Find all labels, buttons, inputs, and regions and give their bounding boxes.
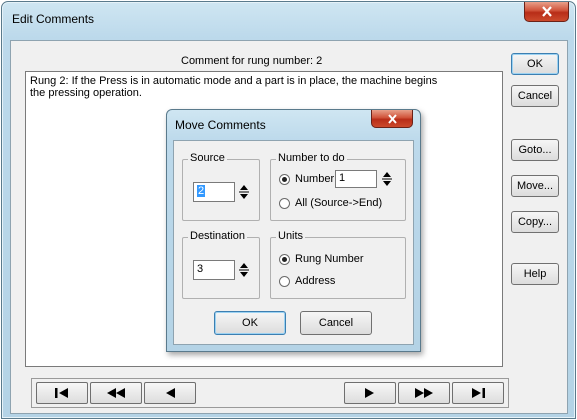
rung-navigation-bar [31, 378, 509, 408]
dialog-client-area: Source 2 Number to do Number 1 All (Sour… [173, 140, 414, 345]
fast-forward-icon [415, 388, 433, 398]
move-button[interactable]: Move... [511, 175, 559, 197]
spin-arrows-icon [239, 185, 249, 199]
source-spinner[interactable] [238, 182, 250, 202]
first-icon [55, 388, 68, 398]
last-icon [472, 388, 485, 398]
spin-arrows-icon [239, 263, 249, 277]
previous-rung-button[interactable] [144, 382, 196, 404]
all-radio[interactable] [279, 197, 290, 209]
rung-number-radio[interactable] [279, 253, 290, 265]
next-icon [365, 388, 374, 398]
number-spinner[interactable] [381, 169, 393, 189]
close-icon [541, 6, 552, 17]
number-radio[interactable] [279, 173, 290, 185]
rung-number-radio-label: Rung Number [295, 253, 364, 265]
source-value: 2 [197, 185, 206, 197]
destination-spinner[interactable] [238, 260, 250, 280]
dialog-cancel-button[interactable]: Cancel [300, 311, 372, 335]
last-rung-button[interactable] [452, 382, 504, 404]
destination-label: Destination [188, 230, 248, 242]
number-to-do-group: Number to do Number 1 All (Source->End) [270, 152, 406, 221]
move-comments-dialog: Move Comments Source 2 Number to do Numb… [166, 109, 421, 352]
dialog-close-button[interactable] [371, 110, 413, 128]
rewind-button[interactable] [90, 382, 142, 404]
number-to-do-label: Number to do [276, 152, 347, 164]
help-button[interactable]: Help [511, 263, 559, 285]
ok-button[interactable]: OK [511, 53, 559, 75]
window-title: Edit Comments [12, 12, 95, 26]
number-value: 1 [339, 172, 346, 184]
goto-button[interactable]: Goto... [511, 139, 559, 161]
dialog-title: Move Comments [175, 118, 266, 132]
source-input[interactable]: 2 [193, 182, 235, 202]
address-radio-option[interactable]: Address [279, 275, 335, 287]
number-input[interactable]: 1 [335, 170, 377, 188]
all-radio-option[interactable]: All (Source->End) [279, 197, 382, 209]
rewind-icon [107, 388, 125, 398]
number-radio-label: Number [295, 173, 335, 185]
fast-forward-button[interactable] [398, 382, 450, 404]
destination-input[interactable]: 3 [193, 260, 235, 280]
copy-button[interactable]: Copy... [511, 211, 559, 233]
address-radio[interactable] [279, 275, 290, 287]
close-icon [387, 113, 397, 124]
close-button[interactable] [524, 2, 569, 22]
first-rung-button[interactable] [36, 382, 88, 404]
units-label: Units [276, 230, 306, 242]
dialog-ok-button[interactable]: OK [214, 311, 286, 335]
units-group: Units Rung Number Address [270, 230, 406, 299]
rung-number-radio-option[interactable]: Rung Number [279, 253, 363, 265]
destination-group: Destination 3 [182, 230, 260, 299]
number-radio-option[interactable]: Number [279, 173, 337, 185]
source-group: Source 2 [182, 152, 260, 221]
rung-number-label: Comment for rung number: 2 [181, 55, 323, 67]
all-radio-label: All (Source->End) [295, 197, 383, 209]
cancel-button[interactable]: Cancel [511, 85, 559, 107]
address-radio-label: Address [295, 275, 336, 287]
spin-arrows-icon [382, 172, 392, 186]
source-label: Source [188, 152, 227, 164]
previous-icon [166, 388, 175, 398]
next-rung-button[interactable] [344, 382, 396, 404]
destination-value: 3 [197, 263, 204, 275]
